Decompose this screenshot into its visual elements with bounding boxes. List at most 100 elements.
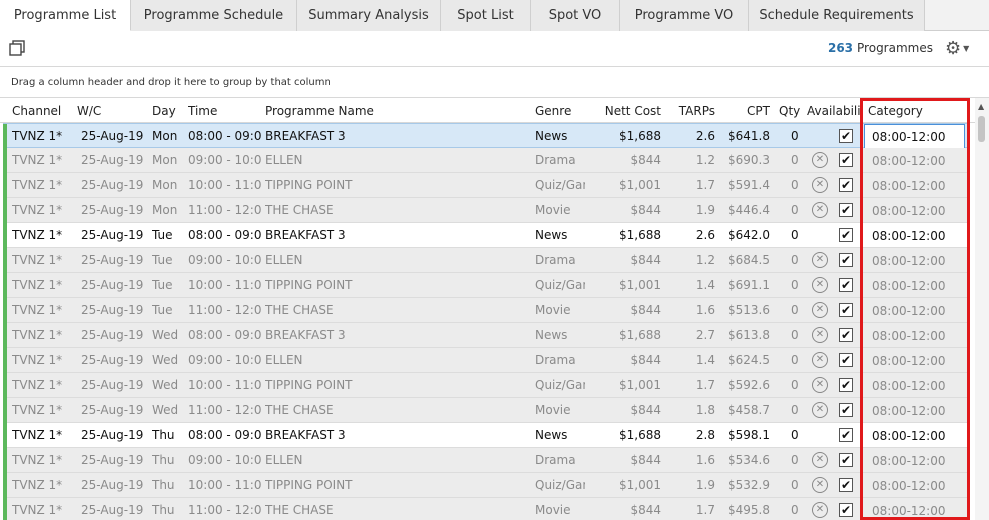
category-cell[interactable]: 08:00-12:00 xyxy=(864,198,965,223)
availability-checkbox[interactable]: ✔ xyxy=(839,253,853,267)
availability-checkbox[interactable]: ✔ xyxy=(839,153,853,167)
category-cell[interactable]: 08:00-12:00 xyxy=(864,448,965,473)
tab-programme-list[interactable]: Programme List xyxy=(0,0,131,31)
cell-name: BREAKFAST 3 xyxy=(265,428,346,442)
category-cell[interactable]: 08:00-12:00 xyxy=(864,273,965,298)
unavailable-icon[interactable]: ✕ xyxy=(812,327,828,343)
table-row[interactable]: TVNZ 1* 25-Aug-19 Wed 11:00 - 12:00 THE CHAS… xyxy=(3,398,969,423)
column-header-qty[interactable]: Qty xyxy=(779,104,804,118)
availability-checkbox[interactable]: ✔ xyxy=(839,178,853,192)
copy-icon[interactable] xyxy=(8,39,26,57)
cell-genre: Movie xyxy=(535,503,571,517)
vertical-scrollbar[interactable]: ▲ xyxy=(975,98,989,520)
table-row[interactable]: TVNZ 1* 25-Aug-19 Tue 10:00 - 11:00 TIPPING … xyxy=(3,273,969,298)
category-cell[interactable]: 08:00-12:00 xyxy=(864,124,965,149)
category-cell[interactable]: 08:00-12:00 xyxy=(864,398,965,423)
table-row[interactable]: TVNZ 1* 25-Aug-19 Thu 09:00 - 10:00 ELLEN Dra… xyxy=(3,448,969,473)
unavailable-icon[interactable]: ✕ xyxy=(812,152,828,168)
table-row[interactable]: TVNZ 1* 25-Aug-19 Thu 08:00 - 09:00 BREAKFAS… xyxy=(3,423,969,448)
availability-checkbox[interactable]: ✔ xyxy=(839,503,853,517)
availability-checkbox[interactable]: ✔ xyxy=(839,129,853,143)
cell-cost: $844 xyxy=(630,353,661,367)
table-row[interactable]: TVNZ 1* 25-Aug-19 Wed 09:00 - 10:00 ELLEN Dra… xyxy=(3,348,969,373)
tab-summary-analysis[interactable]: Summary Analysis xyxy=(297,0,441,31)
column-header-wc[interactable]: W/C xyxy=(77,104,142,118)
category-cell[interactable]: 08:00-12:00 xyxy=(864,473,965,498)
availability-checkbox[interactable]: ✔ xyxy=(839,453,853,467)
column-header-category[interactable]: Category xyxy=(868,104,958,118)
cell-qty: 0 xyxy=(791,303,799,317)
column-header-availability[interactable]: Availabilit xyxy=(807,104,860,118)
category-cell[interactable]: 08:00-12:00 xyxy=(864,248,965,273)
column-header-programme-name[interactable]: Programme Name xyxy=(265,104,525,118)
tab-spot-list[interactable]: Spot List xyxy=(441,0,531,31)
category-cell[interactable]: 08:00-12:00 xyxy=(864,373,965,398)
column-header-channel[interactable]: Channel xyxy=(12,104,72,118)
category-cell[interactable]: 08:00-12:00 xyxy=(864,423,965,448)
availability-checkbox[interactable]: ✔ xyxy=(839,303,853,317)
category-cell[interactable]: 08:00-12:00 xyxy=(864,173,965,198)
tab-schedule-requirements[interactable]: Schedule Requirements xyxy=(749,0,925,31)
availability-checkbox[interactable]: ✔ xyxy=(839,203,853,217)
cell-cpt: $613.8 xyxy=(728,328,770,342)
unavailable-icon[interactable]: ✕ xyxy=(812,402,828,418)
table-row[interactable]: TVNZ 1* 25-Aug-19 Mon 08:00 - 09:00 BREAKFAS… xyxy=(3,123,969,149)
table-row[interactable]: TVNZ 1* 25-Aug-19 Tue 11:00 - 12:00 THE CHAS… xyxy=(3,298,969,323)
cell-wc: 25-Aug-19 xyxy=(81,503,144,517)
availability-checkbox[interactable]: ✔ xyxy=(839,478,853,492)
unavailable-icon[interactable]: ✕ xyxy=(812,202,828,218)
availability-checkbox[interactable]: ✔ xyxy=(839,228,853,242)
tab-programme-schedule[interactable]: Programme Schedule xyxy=(131,0,297,31)
tab-programme-vo[interactable]: Programme VO xyxy=(620,0,749,31)
column-header-nett-cost[interactable]: Nett Cost xyxy=(595,104,661,118)
table-row[interactable]: TVNZ 1* 25-Aug-19 Thu 10:00 - 11:00 TIPPING … xyxy=(3,473,969,498)
availability-checkbox[interactable]: ✔ xyxy=(839,378,853,392)
table-row[interactable]: TVNZ 1* 25-Aug-19 Mon 09:00 - 10:00 ELLEN Dra… xyxy=(3,148,969,173)
group-panel[interactable]: Drag a column header and drop it here to… xyxy=(0,67,989,98)
unavailable-icon[interactable]: ✕ xyxy=(812,352,828,368)
scroll-up-icon[interactable]: ▲ xyxy=(978,102,984,111)
unavailable-icon[interactable]: ✕ xyxy=(812,302,828,318)
category-cell[interactable]: 08:00-12:00 xyxy=(864,323,965,348)
settings-button[interactable]: ⚙ ▼ xyxy=(945,37,977,59)
unavailable-icon[interactable]: ✕ xyxy=(812,377,828,393)
cell-day: Wed xyxy=(152,378,179,392)
cell-name: BREAKFAST 3 xyxy=(265,228,346,242)
table-row[interactable]: TVNZ 1* 25-Aug-19 Mon 11:00 - 12:00 THE CHAS… xyxy=(3,198,969,223)
column-header-cpt[interactable]: CPT xyxy=(725,104,770,118)
category-cell[interactable]: 08:00-12:00 xyxy=(864,498,965,520)
tab-spot-vo[interactable]: Spot VO xyxy=(531,0,620,31)
scroll-thumb[interactable] xyxy=(978,116,985,142)
unavailable-icon[interactable]: ✕ xyxy=(812,477,828,493)
table-row[interactable]: TVNZ 1* 25-Aug-19 Wed 10:00 - 11:00 TIPPING … xyxy=(3,373,969,398)
category-cell[interactable]: 08:00-12:00 xyxy=(864,348,965,373)
column-header-genre[interactable]: Genre xyxy=(535,104,590,118)
table-row[interactable]: TVNZ 1* 25-Aug-19 Tue 08:00 - 09:00 BREAKFAS… xyxy=(3,223,969,248)
cell-tarps: 1.2 xyxy=(695,153,715,167)
availability-checkbox[interactable]: ✔ xyxy=(839,328,853,342)
cell-time: 09:00 - 10:00 xyxy=(188,353,262,367)
unavailable-icon[interactable]: ✕ xyxy=(812,277,828,293)
availability-checkbox[interactable]: ✔ xyxy=(839,428,853,442)
row-indicator xyxy=(3,248,7,273)
category-cell[interactable]: 08:00-12:00 xyxy=(864,298,965,323)
column-header-day[interactable]: Day xyxy=(152,104,184,118)
cell-channel: TVNZ 1* xyxy=(12,278,63,292)
availability-checkbox[interactable]: ✔ xyxy=(839,278,853,292)
category-cell[interactable]: 08:00-12:00 xyxy=(864,148,965,173)
unavailable-icon[interactable]: ✕ xyxy=(812,452,828,468)
availability-checkbox[interactable]: ✔ xyxy=(839,353,853,367)
cell-qty: 0 xyxy=(791,278,799,292)
table-row[interactable]: TVNZ 1* 25-Aug-19 Thu 11:00 - 12:00 THE CHAS… xyxy=(3,498,969,520)
table-row[interactable]: TVNZ 1* 25-Aug-19 Mon 10:00 - 11:00 TIPPING … xyxy=(3,173,969,198)
column-header-tarps[interactable]: TARPs xyxy=(670,104,715,118)
table-row[interactable]: TVNZ 1* 25-Aug-19 Tue 09:00 - 10:00 ELLEN Dra… xyxy=(3,248,969,273)
unavailable-icon[interactable]: ✕ xyxy=(812,177,828,193)
cell-day: Tue xyxy=(152,303,173,317)
unavailable-icon[interactable]: ✕ xyxy=(812,252,828,268)
column-header-time[interactable]: Time xyxy=(188,104,258,118)
unavailable-icon[interactable]: ✕ xyxy=(812,502,828,518)
availability-checkbox[interactable]: ✔ xyxy=(839,403,853,417)
table-row[interactable]: TVNZ 1* 25-Aug-19 Wed 08:00 - 09:00 BREAKFAS… xyxy=(3,323,969,348)
category-cell[interactable]: 08:00-12:00 xyxy=(864,223,965,248)
